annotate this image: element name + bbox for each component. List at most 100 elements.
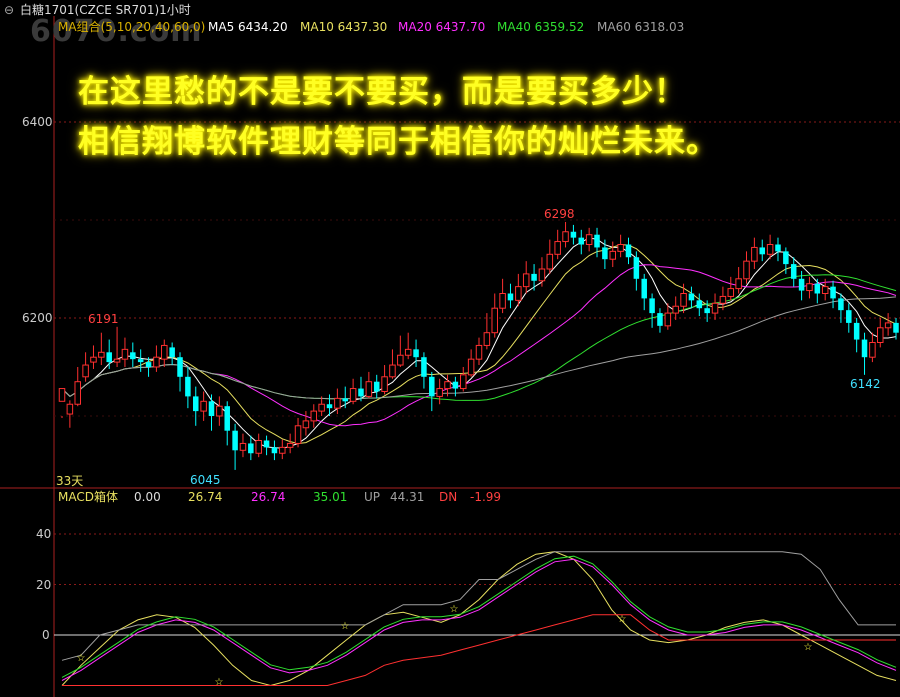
candle-body-down [413,349,419,358]
slogan-line-2: 相信翔博软件理财等同于相信你的灿烂未来。 [78,124,718,160]
ma-legend-item: MA5 6434.20 [208,20,288,34]
candle-body-down [169,347,175,358]
candle-body-down [846,310,852,323]
candle-body-up [515,286,522,301]
candle-body-up [318,403,325,412]
macd-up-line [61,551,896,661]
macd-dea-line [61,558,897,681]
candle-body-down [570,231,577,238]
candle-body-up [483,332,491,346]
y-tick-6200: 6200 [22,311,53,325]
candle-body-down [507,293,514,301]
candle-body-down [358,388,364,397]
candle-body-down [145,362,152,367]
candle-body-up [98,351,105,358]
candle-body-up [743,260,750,280]
macd-dn-line [62,614,896,686]
candle-body-down [429,376,435,397]
star-marker-icon: ☆ [77,653,86,664]
candle-body-up [216,405,223,417]
macd-legend-item: MACD箱体 [58,490,118,504]
star-marker-icon: ☆ [804,642,813,653]
candle-body-down [578,237,585,245]
candle-body-up [121,348,129,360]
chart-link-icon[interactable]: ⊖ [4,3,20,17]
star-marker-icon: ☆ [450,604,459,615]
star-marker-icon: ☆ [215,677,224,688]
candle-body-down [137,359,144,363]
candle-body-up [491,307,498,334]
candle-body-up [546,253,554,270]
candle-body-up [58,388,66,402]
candle-body-down [185,376,191,397]
candle-body-up [113,358,121,363]
candle-body-up [302,420,310,429]
candle-body-up [585,234,593,245]
candle-body-up [404,348,412,356]
star-marker-icon: ☆ [341,621,350,632]
ma-legend-item: MA60 6318.03 [597,20,685,34]
candle-body-down [633,257,640,279]
chart-title: 白糖1701(CZCE SR701)1小时 [20,3,191,17]
candle-body-up [365,381,373,397]
candle-body-up [869,342,876,358]
candle-body-down [208,401,215,416]
candle-body-up [680,293,687,307]
candle-body-up [381,376,388,392]
candle-body-up [444,381,451,390]
candle-body-down [893,322,899,333]
ma-legend-item: MA20 6437.70 [398,20,486,34]
candle-body-down [326,404,333,409]
annotation-low-6142: 6142 [850,377,881,391]
candle-body-down [263,440,270,448]
macd-legend-item: 35.01 [313,490,348,504]
candle-body-up [294,425,302,444]
macd-legend-item: 26.74 [251,490,286,504]
candle-body-up [735,278,742,290]
candle-body-up [200,400,207,412]
ma-legend-item: MA40 6359.52 [497,20,585,34]
candle-body-up [460,374,467,390]
macd-y-tick-20: 20 [36,578,52,592]
candle-body-down [783,251,789,265]
ma-legend-item: MA10 6437.30 [300,20,388,34]
candle-body-down [861,339,868,358]
candle-body-up [389,364,396,378]
candle-body-up [161,344,168,360]
candle-body-down [421,357,427,377]
macd-legend-item: 44.31 [390,490,425,504]
candle-body-down [342,398,348,402]
candle-body-up [719,295,727,304]
candle-body-up [436,388,443,397]
annotation-high-6298: 6298 [544,207,575,221]
candle-body-down [130,352,136,360]
candle-body-up [255,440,262,454]
candle-body-down [232,430,238,451]
macd-legend-item: -1.99 [470,490,502,504]
candle-body-up [806,283,813,292]
y-tick-6400: 6400 [22,115,53,129]
candle-body-up [617,244,624,252]
candle-body-down [271,447,278,454]
candle-body-down [177,357,183,377]
candle-body-down [452,381,459,389]
candle-body-up [562,231,569,243]
star-marker-icon: ☆ [618,614,627,625]
candle-body-down [602,247,608,260]
macd-legend-item: 0.00 [134,490,161,504]
candle-body-down [759,247,765,255]
candle-body-up [821,286,829,295]
macd-legend-item: 26.74 [188,490,223,504]
candle-body-up [664,312,672,327]
candle-body-up [239,442,247,451]
candle-body-up [279,446,286,454]
candle-body-up [475,344,483,360]
candle-body-up [349,388,357,402]
candle-body-up [90,356,97,363]
candle-body-down [704,308,710,314]
candle-body-down [193,396,199,412]
candle-body-up [751,246,758,262]
candle-body-up [877,327,884,343]
candle-body-up [522,273,530,288]
annotation-low-6045: 6045 [190,473,221,487]
